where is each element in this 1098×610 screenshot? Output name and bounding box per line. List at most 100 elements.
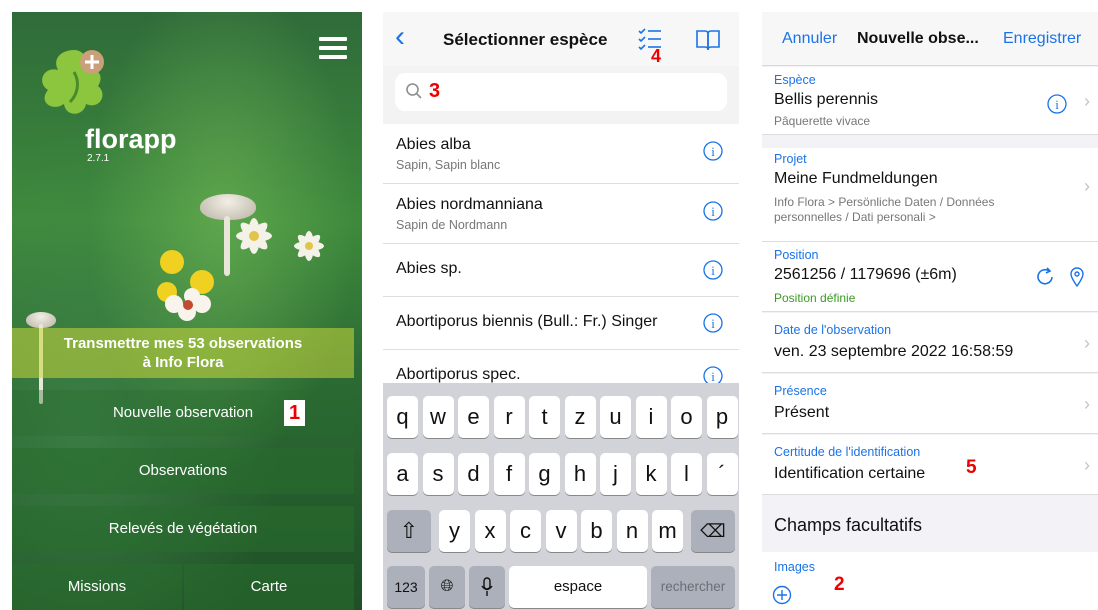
florapp-logo-icon [42, 50, 104, 114]
species-selection-screen: ‹ Sélectionner espèce 4 3 Abies alba Sap… [383, 12, 739, 610]
search-key[interactable]: rechercher [651, 566, 735, 608]
key-row3-5[interactable]: n [616, 510, 648, 552]
svg-text:i: i [711, 263, 715, 278]
key-row1-7[interactable]: i [635, 396, 667, 438]
svg-text:i: i [711, 144, 715, 159]
chevron-right-icon: › [1084, 176, 1090, 196]
space-key[interactable]: espace [509, 566, 647, 608]
info-icon[interactable]: i [703, 313, 723, 333]
page-title: Nouvelle obse... [857, 30, 979, 47]
key-row2-1[interactable]: s [422, 453, 454, 495]
shift-key[interactable]: ⇧ [387, 510, 431, 552]
list-item[interactable]: Abies alba Sapin, Sapin blanc i [383, 124, 739, 184]
key-row2-2[interactable]: d [458, 453, 489, 495]
species-name: Abies alba [396, 136, 471, 153]
key-row2-6[interactable]: j [600, 453, 631, 495]
species-name: Abies nordmanniana [396, 196, 543, 213]
key-row1-0[interactable]: q [387, 396, 418, 438]
species-common-name: Sapin, Sapin blanc [396, 158, 501, 172]
projet-path-line-2: personnelles / Dati personali > [774, 210, 936, 224]
menu-icon[interactable] [319, 37, 347, 59]
info-icon[interactable]: i [703, 201, 723, 221]
key-row1-1[interactable]: w [422, 396, 454, 438]
key-row2-8[interactable]: l [671, 453, 702, 495]
certitude-field[interactable]: Certitude de l'identification Identifica… [762, 435, 1098, 495]
espece-field[interactable]: Espèce Bellis perennis Pâquerette vivace… [762, 67, 1098, 135]
chevron-right-icon: › [1084, 91, 1090, 111]
key-row1-4[interactable]: t [529, 396, 560, 438]
species-name: Abortiporus spec. [396, 366, 521, 383]
date-label: Date de l'observation [774, 323, 892, 337]
keyboard: qwertzuiop a s d f g h j k l ´ ⇧ yxcvbnm ⌫ 123 🌐︎… [383, 383, 739, 610]
key-row2-3[interactable]: f [493, 453, 525, 495]
presence-field[interactable]: Présence Présent › [762, 374, 1098, 434]
key-row2-4[interactable]: g [529, 453, 560, 495]
position-label: Position [774, 248, 819, 262]
annotation-badge-2: 2 [834, 574, 845, 595]
backspace-key[interactable]: ⌫ [691, 510, 735, 552]
key-row3-3[interactable]: v [545, 510, 577, 552]
projet-path-line-1: Info Flora > Persönliche Daten / Données [774, 195, 995, 209]
new-observation-screen: Annuler Nouvelle obse... Enregistrer Esp… [762, 12, 1098, 610]
save-button[interactable]: Enregistrer [1003, 30, 1081, 48]
new-observation-label: Nouvelle observation [112, 404, 254, 421]
annotation-badge-1: 1 [284, 400, 306, 426]
key-row3-4[interactable]: b [581, 510, 612, 552]
microphone-key[interactable] [469, 566, 505, 608]
projet-label: Projet [774, 152, 807, 166]
svg-text:i: i [711, 369, 715, 384]
info-icon[interactable]: i [1047, 94, 1067, 114]
back-chevron-icon[interactable]: ‹ [395, 22, 405, 52]
search-icon [406, 83, 422, 99]
key-row1-5[interactable]: z [564, 396, 596, 438]
key-row1-8[interactable]: o [671, 396, 702, 438]
list-item[interactable]: Abies sp. i [383, 244, 739, 297]
globe-key[interactable]: 🌐︎ [429, 566, 465, 608]
numbers-key[interactable]: 123 [387, 566, 425, 608]
info-icon[interactable]: i [703, 141, 723, 161]
observations-button[interactable]: Observations [12, 448, 354, 494]
info-icon[interactable]: i [703, 260, 723, 280]
position-status: Position définie [774, 291, 856, 305]
carte-button[interactable]: Carte [184, 564, 354, 610]
key-row3-2[interactable]: c [510, 510, 541, 552]
presence-value: Présent [774, 404, 830, 421]
key-row1-3[interactable]: r [493, 396, 525, 438]
key-row3-0[interactable]: y [439, 510, 470, 552]
key-row1-6[interactable]: u [600, 396, 631, 438]
transmit-observations-button[interactable]: Transmettre mes 53 observations à Info F… [12, 328, 354, 378]
cancel-button[interactable]: Annuler [782, 30, 837, 48]
key-row1-2[interactable]: e [458, 396, 489, 438]
microphone-icon [481, 577, 493, 596]
nav-bar: ‹ Sélectionner espèce 4 [383, 12, 739, 66]
search-input[interactable]: 3 [395, 73, 727, 111]
location-pin-icon[interactable] [1069, 266, 1085, 288]
florapp-home-screen: florapp 2.7.1 Transmettre mes 53 observa… [12, 12, 362, 610]
list-item[interactable]: Abies nordmanniana Sapin de Nordmann i [383, 184, 739, 244]
missions-button[interactable]: Missions [12, 564, 182, 610]
date-field[interactable]: Date de l'observation ven. 23 septembre … [762, 313, 1098, 373]
key-row2-7[interactable]: k [635, 453, 667, 495]
releves-button[interactable]: Relevés de végétation [12, 506, 354, 552]
key-row2-9[interactable]: ´ [706, 453, 738, 495]
list-item[interactable]: Abortiporus biennis (Bull.: Fr.) Singer … [383, 297, 739, 350]
app-version: 2.7.1 [87, 153, 110, 164]
espece-label: Espèce [774, 73, 816, 87]
key-row2-5[interactable]: h [564, 453, 596, 495]
chevron-right-icon: › [1084, 333, 1090, 353]
species-name: Abies sp. [396, 260, 462, 277]
refresh-icon[interactable] [1034, 266, 1056, 288]
add-image-icon[interactable] [772, 585, 792, 605]
position-field[interactable]: Position 2561256 / 1179696 (±6m) Positio… [762, 242, 1098, 312]
key-row2-0[interactable]: a [387, 453, 418, 495]
book-icon[interactable] [695, 27, 721, 53]
key-row3-6[interactable]: m [652, 510, 683, 552]
nav-bar: Annuler Nouvelle obse... Enregistrer [762, 12, 1098, 66]
key-row3-1[interactable]: x [474, 510, 506, 552]
espece-common-name: Pâquerette vivace [774, 114, 871, 128]
new-observation-button[interactable]: Nouvelle observation 1 [12, 390, 354, 436]
projet-field[interactable]: Projet Meine Fundmeldungen Info Flora > … [762, 148, 1098, 242]
key-row1-9[interactable]: p [706, 396, 738, 438]
espece-value: Bellis perennis [774, 91, 879, 108]
yellow-flowers-illustration [157, 250, 214, 321]
